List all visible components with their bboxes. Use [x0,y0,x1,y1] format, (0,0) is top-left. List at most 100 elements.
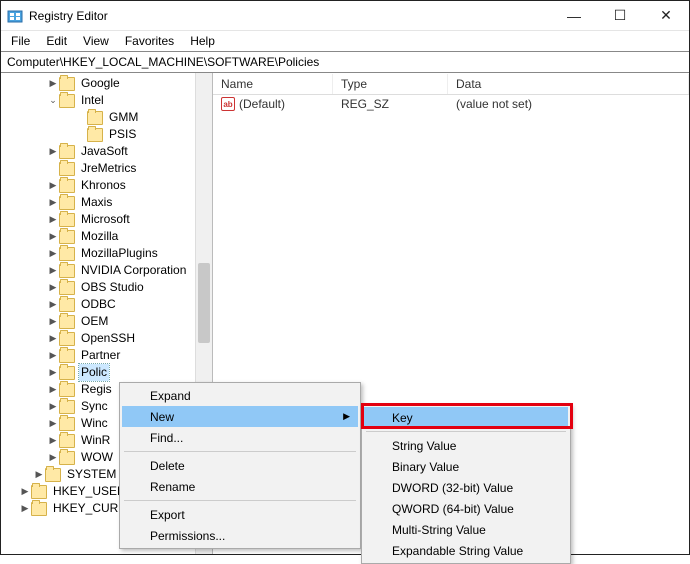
menu-edit[interactable]: Edit [40,32,73,50]
string-value-icon: ab [221,97,235,111]
tree-node-nvidia[interactable]: ▶NVIDIA Corporation [3,262,212,279]
context-menu: Expand New ▶ Find... Delete Rename Expor… [119,382,361,549]
value-name: (Default) [239,97,285,111]
expand-icon[interactable]: ▶ [47,265,59,277]
menu-favorites[interactable]: Favorites [119,32,180,50]
tree-node-gmm[interactable]: GMM [3,109,212,126]
expand-icon[interactable]: ▶ [47,214,59,226]
folder-icon [31,502,47,516]
tree-node-intel[interactable]: ⌄Intel [3,92,212,109]
menu-help[interactable]: Help [184,32,221,50]
tree-node-policies[interactable]: ▶Polic [3,364,212,381]
tree-node-jremetrics[interactable]: JreMetrics [3,160,212,177]
tree-node-partner[interactable]: ▶Partner [3,347,212,364]
tree-node-psis[interactable]: PSIS [3,126,212,143]
column-name[interactable]: Name [213,74,333,94]
expand-icon[interactable]: ▶ [47,78,59,90]
folder-icon [59,417,75,431]
folder-icon [59,264,75,278]
tree-node-khronos[interactable]: ▶Khronos [3,177,212,194]
folder-icon [59,315,75,329]
expand-icon[interactable]: ▶ [47,401,59,413]
expand-icon[interactable]: ▶ [47,452,59,464]
expand-icon[interactable]: ▶ [47,231,59,243]
collapse-icon[interactable]: ⌄ [47,95,59,107]
menu-file[interactable]: File [5,32,36,50]
menu-item-new-dword[interactable]: DWORD (32-bit) Value [364,477,568,498]
expand-icon[interactable]: ▶ [47,146,59,158]
expand-icon[interactable]: ▶ [19,503,31,515]
expand-icon[interactable]: ▶ [47,418,59,430]
folder-icon [59,179,75,193]
menu-item-new-qword[interactable]: QWORD (64-bit) Value [364,498,568,519]
folder-icon [59,213,75,227]
value-data: (value not set) [448,94,689,114]
menu-bar: File Edit View Favorites Help [1,31,689,51]
column-data[interactable]: Data [448,74,689,94]
folder-icon [59,145,75,159]
window-title: Registry Editor [29,9,108,23]
folder-icon [59,400,75,414]
twisty-none [75,112,87,124]
expand-icon[interactable]: ▶ [47,435,59,447]
expand-icon[interactable]: ▶ [47,384,59,396]
menu-item-new-expandstring[interactable]: Expandable String Value [364,540,568,561]
menu-view[interactable]: View [77,32,115,50]
tree-node-mozillaplugins[interactable]: ▶MozillaPlugins [3,245,212,262]
folder-icon [59,162,75,176]
folder-icon [59,451,75,465]
tree-node-mozilla[interactable]: ▶Mozilla [3,228,212,245]
folder-icon [45,468,61,482]
expand-icon[interactable]: ▶ [47,180,59,192]
menu-item-new-key[interactable]: Key [364,407,568,428]
menu-item-find[interactable]: Find... [122,427,358,448]
value-type: REG_SZ [333,94,448,114]
expand-icon[interactable]: ▶ [47,316,59,328]
scrollbar-thumb[interactable] [198,263,210,343]
value-row-default[interactable]: ab (Default) REG_SZ (value not set) [213,95,689,113]
menu-item-permissions[interactable]: Permissions... [122,525,358,546]
menu-item-new-string[interactable]: String Value [364,435,568,456]
tree-node-obs[interactable]: ▶OBS Studio [3,279,212,296]
menu-separator [124,500,356,501]
menu-item-rename[interactable]: Rename [122,476,358,497]
folder-icon [59,298,75,312]
menu-item-new[interactable]: New ▶ [122,406,358,427]
expand-icon[interactable]: ▶ [47,350,59,362]
folder-icon [59,281,75,295]
expand-icon[interactable]: ▶ [47,333,59,345]
expand-icon[interactable]: ▶ [19,486,31,498]
expand-icon[interactable]: ▶ [47,282,59,294]
menu-item-new-binary[interactable]: Binary Value [364,456,568,477]
minimize-button[interactable]: — [551,1,597,31]
menu-separator [124,451,356,452]
folder-icon [59,434,75,448]
folder-icon [31,485,47,499]
tree-node-javasoft[interactable]: ▶JavaSoft [3,143,212,160]
expand-icon[interactable]: ▶ [47,197,59,209]
context-submenu-new: Key String Value Binary Value DWORD (32-… [361,404,571,564]
menu-separator [366,431,566,432]
menu-item-expand[interactable]: Expand [122,385,358,406]
folder-icon [59,77,75,91]
menu-item-new-multistring[interactable]: Multi-String Value [364,519,568,540]
folder-icon [59,196,75,210]
menu-item-export[interactable]: Export [122,504,358,525]
submenu-arrow-icon: ▶ [343,411,350,422]
tree-node-maxis[interactable]: ▶Maxis [3,194,212,211]
menu-item-delete[interactable]: Delete [122,455,358,476]
maximize-button[interactable]: ☐ [597,1,643,31]
address-input[interactable] [5,53,685,71]
tree-node-odbc[interactable]: ▶ODBC [3,296,212,313]
close-button[interactable]: ✕ [643,1,689,31]
tree-node-oem[interactable]: ▶OEM [3,313,212,330]
expand-icon[interactable]: ▶ [33,469,45,481]
expand-icon[interactable]: ▶ [47,299,59,311]
folder-icon [87,111,103,125]
tree-node-openssh[interactable]: ▶OpenSSH [3,330,212,347]
expand-icon[interactable]: ▶ [47,248,59,260]
tree-node-google[interactable]: ▶Google [3,75,212,92]
expand-icon[interactable]: ▶ [47,367,59,379]
tree-node-microsoft[interactable]: ▶Microsoft [3,211,212,228]
column-type[interactable]: Type [333,74,448,94]
